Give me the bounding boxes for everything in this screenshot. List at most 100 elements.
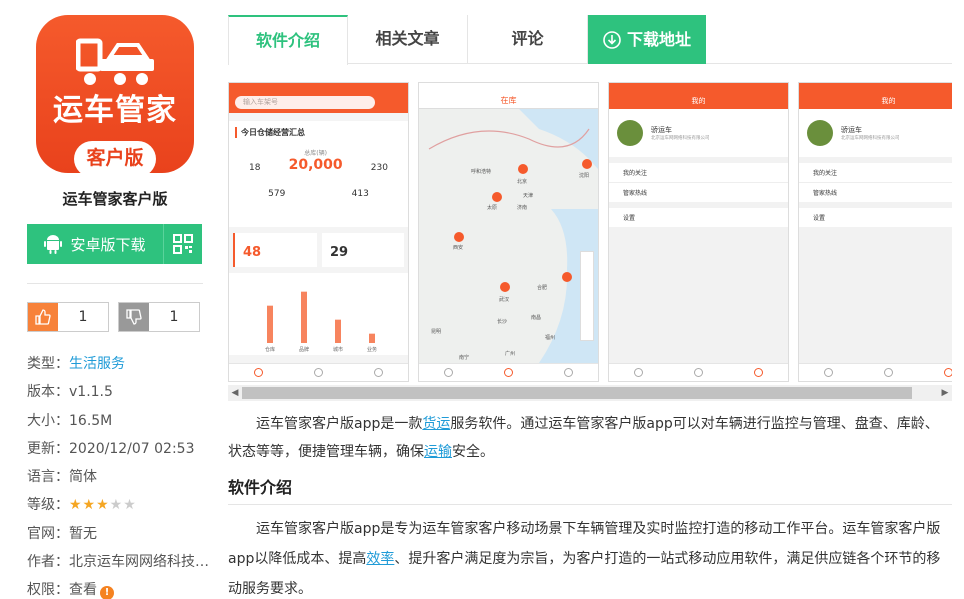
menu-follow[interactable]: 我的关注 — [799, 163, 952, 183]
tab-comments[interactable]: 评论 — [468, 15, 588, 64]
info-size: 大小：16.5M — [27, 412, 113, 429]
scroll-right-icon[interactable]: ▶ — [940, 388, 950, 398]
menu-hotline[interactable]: 管家热线 — [609, 183, 788, 202]
screenshot-4[interactable]: 我的 骄运车 北京运车网网络科技有限公司 我的关注 管家热线 设置 — [798, 82, 952, 382]
profile-title: 我的 — [799, 93, 952, 109]
tab-bar — [609, 363, 788, 381]
menu-settings[interactable]: 设置 — [799, 208, 952, 227]
scroll-left-icon[interactable]: ◀ — [230, 388, 240, 398]
status-bar — [229, 83, 408, 93]
android-download-button[interactable]: 安卓版下载 — [27, 224, 163, 264]
detail-tabs: 软件介绍 相关文章 评论 下载地址 — [228, 15, 952, 65]
app-sidebar: 运车管家 客户版 运车管家客户版 安卓版下载 1 1 类型：生活服务 版本：v1… — [0, 0, 217, 599]
car-icon — [883, 368, 893, 377]
summary-card: 今日仓储经营汇总 18 总库(辆) 20,000 230 579 413 — [229, 121, 408, 227]
stat-left: 18 — [249, 163, 261, 173]
summary-title: 今日仓储经营汇总 — [235, 127, 402, 138]
info-author: 作者：北京运车网网络科技有限公司 — [27, 554, 217, 571]
car-icon — [313, 368, 323, 377]
keyword-link-efficiency[interactable]: 效率 — [366, 551, 394, 567]
chart-bar-label: 业务 — [367, 346, 377, 353]
qr-code-icon — [173, 234, 193, 254]
stat-right: 230 — [370, 163, 388, 173]
profile-menu: 我的关注 管家热线 — [799, 163, 952, 202]
svg-text:北京: 北京 — [517, 178, 527, 185]
map-title: 在库 — [419, 93, 598, 109]
menu-hotline[interactable]: 管家热线 — [799, 183, 952, 202]
app-icon-text: 运车管家 — [53, 93, 177, 128]
summary-paragraph: 运车管家客户版app是一款货运服务软件。通过运车管家客户版app可以对车辆进行监… — [228, 416, 939, 460]
tab-intro[interactable]: 软件介绍 — [228, 15, 348, 65]
svg-text:济南: 济南 — [517, 204, 527, 211]
svg-text:南宁: 南宁 — [459, 354, 469, 361]
home-icon — [444, 368, 454, 377]
info-website: 官网：暂无 — [27, 525, 97, 542]
alert-icon[interactable]: ! — [100, 586, 114, 599]
download-icon — [603, 30, 621, 49]
svg-text:西安: 西安 — [453, 244, 463, 251]
profile-icon — [753, 368, 763, 377]
profile-icon — [563, 368, 573, 377]
tab-bar — [799, 363, 952, 381]
chart-bar — [267, 305, 273, 343]
search-bar: 输入车架号 — [229, 93, 408, 113]
svg-text:合肥: 合肥 — [537, 284, 547, 291]
profile-company: 北京运车网网络科技有限公司 — [651, 136, 710, 141]
gallery-scrollbar[interactable]: ◀ ▶ — [228, 385, 952, 401]
profile-company: 北京运车网网络科技有限公司 — [841, 136, 900, 141]
type-link[interactable]: 生活服务 — [69, 356, 125, 372]
app-icon: 运车管家 客户版 — [36, 15, 194, 173]
svg-text:太原: 太原 — [487, 204, 497, 211]
info-language: 语言：简体 — [27, 469, 97, 486]
profile-icon — [943, 368, 952, 377]
svg-text:沈阳: 沈阳 — [579, 172, 589, 179]
truck-icon — [76, 38, 154, 85]
car-icon — [693, 368, 703, 377]
svg-text:呼和浩特: 呼和浩特 — [471, 168, 491, 175]
bar-chart: 仓库 品牌 城市 业务 — [229, 273, 408, 355]
svg-text:长沙: 长沙 — [497, 318, 507, 325]
avatar — [617, 120, 643, 146]
android-download-label: 安卓版下载 — [70, 235, 146, 254]
home-icon — [254, 368, 264, 377]
svg-text:南昌: 南昌 — [531, 314, 541, 321]
screenshot-gallery[interactable]: 输入车架号 今日仓储经营汇总 18 总库(辆) 20,000 230 579 41… — [228, 82, 952, 384]
map-side-menu[interactable] — [580, 251, 594, 341]
tab-bar — [419, 363, 598, 381]
menu-follow[interactable]: 我的关注 — [609, 163, 788, 183]
keyword-link-freight[interactable]: 货运 — [422, 416, 450, 432]
screenshot-3[interactable]: 我的 骄运车 北京运车网网络科技有限公司 我的关注 管家热线 设置 — [608, 82, 789, 382]
thumbs-down-button[interactable]: 1 — [118, 302, 200, 332]
chart-bar — [301, 291, 307, 343]
screenshot-2[interactable]: 在库 呼和浩特 北京 沈阳 天津 太原 济南 西安 武汉 合肥 长沙 南昌 福州 广州 昆明 南宁 — [418, 82, 599, 382]
star-icon: ★★★ — [69, 497, 110, 514]
keyword-link-transport[interactable]: 运输 — [424, 444, 452, 460]
scrollbar-thumb[interactable] — [242, 387, 912, 399]
screenshot-1[interactable]: 输入车架号 今日仓储经营汇总 18 总库(辆) 20,000 230 579 41… — [228, 82, 409, 382]
tab-download[interactable]: 下载地址 — [588, 15, 706, 64]
info-permission: 权限：查看! — [27, 576, 217, 599]
profile-menu: 我的关注 管家热线 — [609, 163, 788, 202]
star-empty-icon: ★★ — [109, 497, 137, 514]
tab-articles[interactable]: 相关文章 — [348, 15, 468, 64]
app-info-list: 类型：生活服务 版本：v1.1.5 大小：16.5M 更新：2020/12/07… — [27, 350, 217, 599]
tab-bar — [229, 363, 408, 381]
status-bar — [799, 83, 952, 93]
chart-bar — [335, 319, 341, 343]
svg-text:昆明: 昆明 — [431, 329, 441, 335]
menu-settings[interactable]: 设置 — [609, 208, 788, 227]
status-bar — [609, 83, 788, 93]
qr-code-button[interactable] — [163, 224, 202, 264]
svg-text:天津: 天津 — [523, 192, 533, 199]
app-icon-badge: 客户版 — [74, 141, 156, 173]
box-a-value: 48 — [233, 233, 317, 267]
stat-in: 579 — [268, 189, 286, 199]
svg-text:广州: 广州 — [505, 350, 515, 357]
chart-bar-label: 仓库 — [265, 346, 275, 353]
thumbs-up-button[interactable]: 1 — [27, 302, 109, 332]
stat-out: 413 — [351, 189, 369, 199]
thumbs-up-count: 1 — [78, 309, 88, 325]
info-version: 版本：v1.1.5 — [27, 384, 113, 401]
chart-bar-label: 品牌 — [299, 346, 309, 353]
permission-link[interactable]: 查看 — [69, 582, 97, 598]
